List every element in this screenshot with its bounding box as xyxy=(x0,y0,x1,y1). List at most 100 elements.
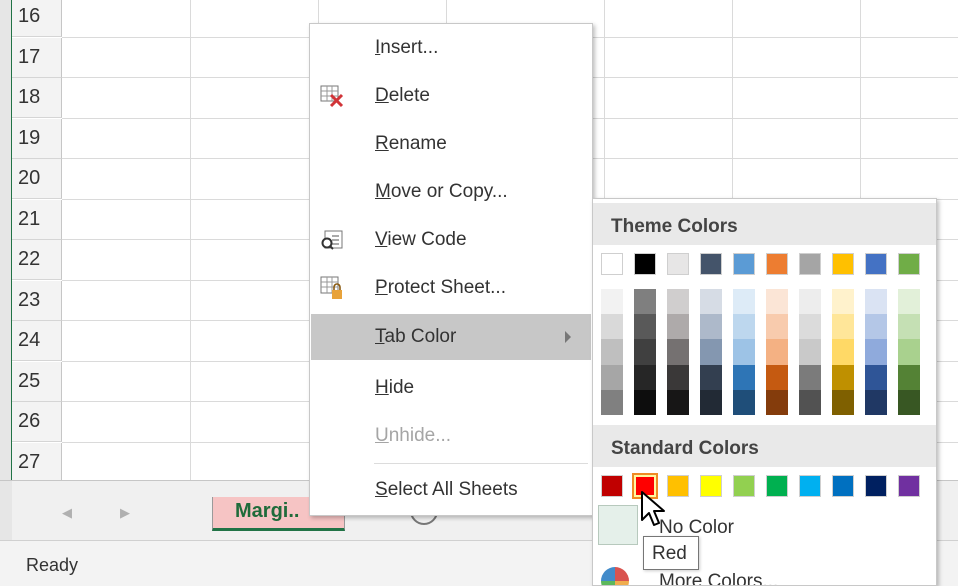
theme-tint-swatch[interactable] xyxy=(832,314,854,340)
theme-color-swatch[interactable] xyxy=(667,253,689,275)
menu-item-rename[interactable]: Rename xyxy=(311,121,591,167)
theme-tint-swatch[interactable] xyxy=(865,364,887,390)
theme-tint-swatch[interactable] xyxy=(601,339,623,365)
theme-tint-swatch[interactable] xyxy=(832,339,854,365)
row-header[interactable]: 20 xyxy=(12,159,62,199)
standard-color-swatch[interactable] xyxy=(601,475,623,497)
row-header[interactable]: 25 xyxy=(12,361,62,402)
theme-tint-swatch[interactable] xyxy=(865,389,887,415)
theme-tint-swatch[interactable] xyxy=(898,289,920,315)
theme-tint-swatch[interactable] xyxy=(898,314,920,340)
theme-tint-swatch[interactable] xyxy=(733,314,755,340)
theme-tint-swatch[interactable] xyxy=(799,389,821,415)
menu-item-tab-color[interactable]: Tab Color xyxy=(311,314,591,360)
theme-color-swatch[interactable] xyxy=(700,253,722,275)
standard-color-swatch[interactable] xyxy=(799,475,821,497)
menu-item-label: Select All Sheets xyxy=(375,479,518,501)
row-header[interactable]: 22 xyxy=(12,240,62,280)
scroll-tabs-left-icon[interactable]: ◀ xyxy=(62,505,72,521)
theme-tint-swatch[interactable] xyxy=(865,289,887,315)
standard-color-swatch[interactable] xyxy=(898,475,920,497)
theme-tint-swatch[interactable] xyxy=(700,364,722,390)
theme-color-swatch[interactable] xyxy=(766,253,788,275)
theme-tint-swatch[interactable] xyxy=(700,389,722,415)
menu-item-delete[interactable]: Delete xyxy=(311,73,591,119)
theme-tint-swatch[interactable] xyxy=(733,389,755,415)
submenu-arrow-icon xyxy=(565,331,571,343)
menu-item-select-all-sheets[interactable]: Select All Sheets xyxy=(311,467,591,513)
row-header[interactable]: 27 xyxy=(12,442,62,480)
theme-color-swatch[interactable] xyxy=(733,253,755,275)
theme-tint-swatch[interactable] xyxy=(634,339,656,365)
theme-tint-column xyxy=(601,289,623,415)
standard-color-swatch[interactable] xyxy=(700,475,722,497)
theme-tint-swatch[interactable] xyxy=(832,364,854,390)
row-header[interactable]: 18 xyxy=(12,78,62,118)
theme-tint-swatch[interactable] xyxy=(601,314,623,340)
theme-tint-swatch[interactable] xyxy=(865,314,887,340)
row-header[interactable]: 24 xyxy=(12,321,62,361)
theme-tint-swatch[interactable] xyxy=(733,289,755,315)
theme-tint-swatch[interactable] xyxy=(634,314,656,340)
theme-color-swatch[interactable] xyxy=(601,253,623,275)
menu-item-label-rest: ide xyxy=(388,377,415,398)
theme-tint-swatch[interactable] xyxy=(898,389,920,415)
menu-item-protect-sheet[interactable]: Protect Sheet... xyxy=(311,265,591,311)
theme-tint-swatch[interactable] xyxy=(766,314,788,340)
menu-item-insert[interactable]: Insert... xyxy=(311,25,591,71)
theme-tint-swatch[interactable] xyxy=(667,364,689,390)
theme-color-swatch[interactable] xyxy=(634,253,656,275)
theme-tint-swatch[interactable] xyxy=(766,339,788,365)
theme-tint-swatch[interactable] xyxy=(634,389,656,415)
theme-tint-swatch[interactable] xyxy=(799,364,821,390)
sheet-tab-label: Margi.. xyxy=(235,500,300,522)
row-header[interactable]: 19 xyxy=(12,118,62,159)
theme-tint-swatch[interactable] xyxy=(766,364,788,390)
theme-tint-swatch[interactable] xyxy=(766,289,788,315)
menu-item-move-or-copy[interactable]: Move or Copy... xyxy=(311,169,591,215)
row-header[interactable]: 17 xyxy=(12,37,62,78)
standard-color-swatch[interactable] xyxy=(865,475,887,497)
theme-tint-swatch[interactable] xyxy=(634,289,656,315)
theme-tint-swatch[interactable] xyxy=(667,314,689,340)
menu-item-hide[interactable]: Hide xyxy=(311,365,591,411)
theme-tint-swatch[interactable] xyxy=(865,339,887,365)
theme-tint-swatch[interactable] xyxy=(832,289,854,315)
theme-tint-swatch[interactable] xyxy=(667,339,689,365)
theme-color-swatch[interactable] xyxy=(799,253,821,275)
theme-color-swatch[interactable] xyxy=(832,253,854,275)
theme-color-swatch[interactable] xyxy=(898,253,920,275)
row-header[interactable]: 16 xyxy=(12,0,62,37)
row-header[interactable]: 23 xyxy=(12,280,62,321)
theme-color-swatch[interactable] xyxy=(865,253,887,275)
theme-tint-swatch[interactable] xyxy=(667,389,689,415)
theme-tint-swatch[interactable] xyxy=(733,339,755,365)
theme-tint-swatch[interactable] xyxy=(799,339,821,365)
theme-tint-swatch[interactable] xyxy=(799,314,821,340)
row-header[interactable]: 21 xyxy=(12,199,62,240)
theme-tint-swatch[interactable] xyxy=(634,364,656,390)
scroll-tabs-right-icon[interactable]: ▶ xyxy=(120,505,130,521)
theme-tint-swatch[interactable] xyxy=(832,389,854,415)
theme-tint-swatch[interactable] xyxy=(601,289,623,315)
no-color-swatch[interactable] xyxy=(598,505,638,545)
standard-color-swatch[interactable] xyxy=(667,475,689,497)
theme-tint-swatch[interactable] xyxy=(700,314,722,340)
theme-tint-swatch[interactable] xyxy=(733,364,755,390)
theme-tint-swatch[interactable] xyxy=(601,389,623,415)
theme-tint-swatch[interactable] xyxy=(667,289,689,315)
theme-tint-swatch[interactable] xyxy=(601,364,623,390)
theme-tint-swatch[interactable] xyxy=(700,339,722,365)
theme-tint-swatch[interactable] xyxy=(898,339,920,365)
row-header[interactable]: 26 xyxy=(12,402,62,442)
theme-tint-swatch[interactable] xyxy=(766,389,788,415)
standard-color-swatch[interactable] xyxy=(733,475,755,497)
theme-tint-swatch[interactable] xyxy=(898,364,920,390)
more-colors-label[interactable]: More Colors... xyxy=(659,571,778,585)
standard-color-swatch[interactable] xyxy=(766,475,788,497)
theme-tint-swatch[interactable] xyxy=(799,289,821,315)
standard-color-swatch[interactable] xyxy=(832,475,854,497)
theme-tint-swatch[interactable] xyxy=(700,289,722,315)
menu-item-view-code[interactable]: View Code xyxy=(311,217,591,263)
theme-tint-column xyxy=(865,289,887,415)
